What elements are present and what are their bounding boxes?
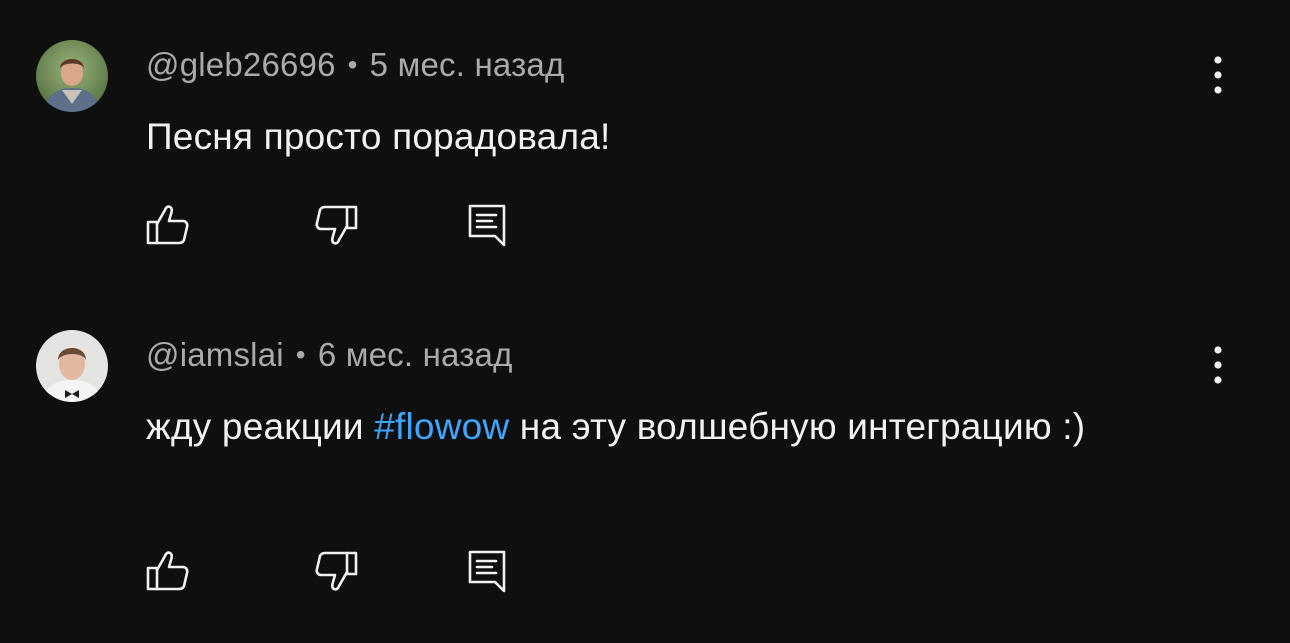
comment-author[interactable]: @gleb26696 [146, 46, 336, 83]
thumbs-up-icon[interactable] [146, 548, 190, 594]
comment-text-body: на эту волшебную интеграцию :) [509, 406, 1086, 447]
comment-text-body: Песня просто порадовала! [146, 116, 611, 157]
meta-separator: • [295, 339, 306, 370]
comment-meta: @iamslai • 6 мес. назад [146, 335, 513, 375]
comment-time[interactable]: 5 мес. назад [370, 46, 565, 83]
more-vertical-icon[interactable] [1198, 344, 1238, 388]
thumbs-down-icon[interactable] [314, 202, 358, 248]
avatar[interactable] [36, 40, 108, 112]
hashtag-link[interactable]: #flowow [374, 406, 509, 447]
thumbs-down-icon[interactable] [314, 548, 358, 594]
comment-actions [146, 202, 526, 252]
reply-icon[interactable] [466, 202, 510, 248]
reply-icon[interactable] [466, 548, 510, 594]
meta-separator: • [347, 49, 358, 80]
more-vertical-icon[interactable] [1198, 54, 1238, 98]
thumbs-up-icon[interactable] [146, 202, 190, 248]
comment-text: Песня просто порадовала! [146, 106, 1146, 168]
avatar[interactable] [36, 330, 108, 402]
comment-author[interactable]: @iamslai [146, 336, 284, 373]
comment-time[interactable]: 6 мес. назад [318, 336, 513, 373]
comment-text-body: жду реакции [146, 406, 375, 447]
comment-text: жду реакции #flowow на эту волшебную инт… [146, 396, 1146, 458]
comment-meta: @gleb26696 • 5 мес. назад [146, 45, 564, 85]
comment-actions [146, 548, 526, 598]
